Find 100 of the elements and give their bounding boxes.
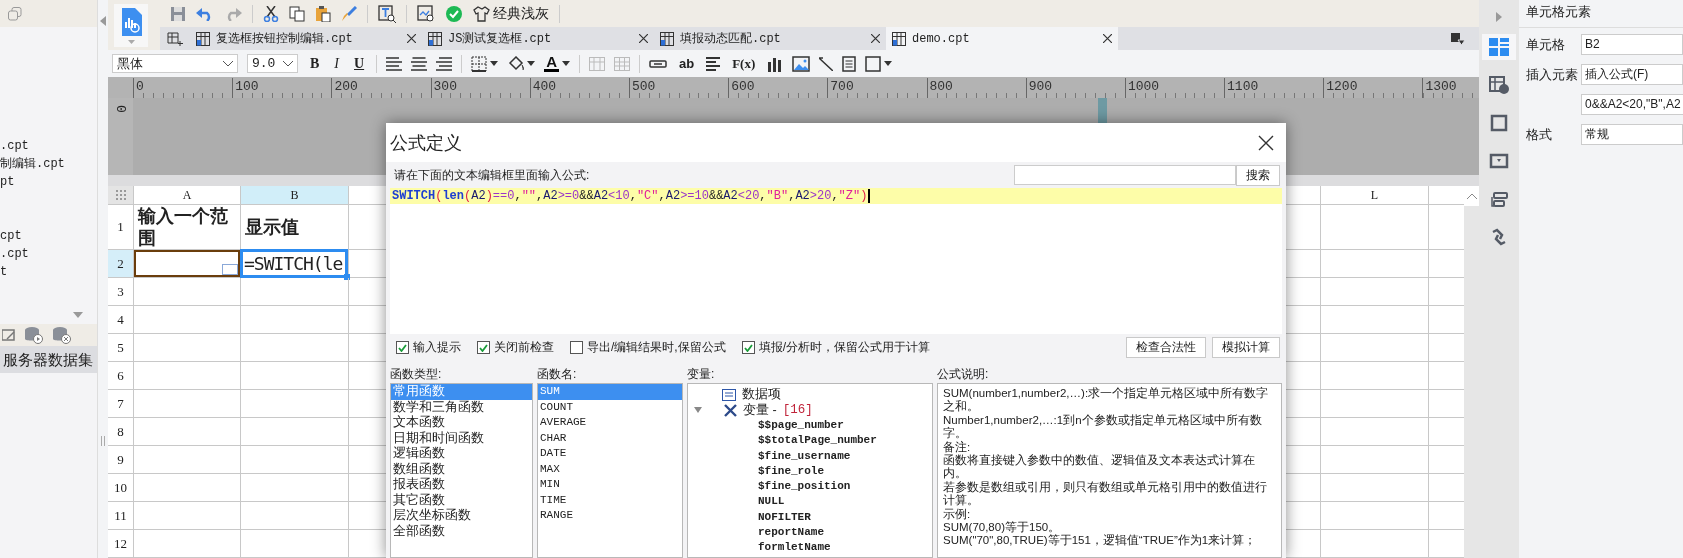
input-field[interactable]: 常规 — [1581, 124, 1683, 145]
dataset-edit-icon[interactable] — [2, 328, 16, 342]
slash-icon[interactable] — [819, 56, 834, 71]
file-tab[interactable]: 复选框按钮控制编辑.cpt — [190, 27, 422, 50]
list-item[interactable]: COUNT — [538, 399, 682, 415]
column-header[interactable]: A — [134, 186, 241, 204]
table-icon[interactable] — [614, 56, 630, 71]
italic-button[interactable]: I — [331, 55, 342, 72]
caret-icon[interactable] — [884, 61, 893, 66]
tree-item[interactable]: reportName — [758, 526, 824, 539]
drag-handle-icon[interactable] — [101, 436, 105, 446]
column-header[interactable]: L — [1321, 186, 1429, 204]
tree-item[interactable]: 数据项 — [742, 386, 781, 404]
tree-item[interactable]: $fine_username — [758, 449, 851, 462]
paste-icon[interactable] — [315, 5, 331, 22]
option-checkbox[interactable]: 填报/分析时，保留公式用于计算 — [741, 339, 930, 356]
expand-right-icon[interactable] — [1496, 12, 1502, 22]
file-tab[interactable]: demo.cpt — [886, 27, 1118, 50]
row-header[interactable]: 2 — [108, 250, 134, 277]
tree-item[interactable]: $fine_position — [758, 480, 851, 493]
list-item[interactable]: 逻辑函数 — [391, 446, 532, 462]
table-info-icon[interactable] — [1489, 76, 1509, 94]
dropdown-box-icon[interactable] — [1489, 152, 1509, 170]
app-logo-button[interactable] — [114, 4, 148, 47]
search-button[interactable]: 搜索 — [1236, 164, 1280, 186]
close-button[interactable] — [1258, 134, 1274, 151]
tree-item[interactable]: 变量 - — [743, 401, 777, 419]
caret-icon[interactable] — [527, 61, 536, 66]
search-field[interactable] — [1014, 165, 1236, 185]
frame-icon[interactable] — [865, 55, 882, 72]
caret-icon[interactable] — [490, 61, 499, 66]
align-right-icon[interactable] — [436, 56, 453, 71]
close-icon[interactable] — [407, 34, 416, 43]
copy-icon[interactable] — [8, 6, 22, 21]
collapse-left-icon[interactable] — [100, 16, 106, 26]
brush-icon[interactable] — [341, 5, 357, 22]
chart-document-icon[interactable] — [120, 7, 142, 36]
select-all-icon[interactable] — [114, 190, 127, 200]
square-icon[interactable] — [1489, 114, 1509, 132]
caret-icon[interactable] — [562, 61, 570, 66]
input-field[interactable]: B2 — [1581, 34, 1683, 55]
file-tab[interactable]: JS测试复选框.cpt — [422, 27, 654, 50]
list-item[interactable]: MIN — [538, 477, 682, 493]
collapse-icon[interactable] — [73, 312, 83, 318]
tree-item[interactable]: NULL — [758, 495, 785, 508]
scroll-up-button[interactable] — [1464, 186, 1479, 206]
file-item[interactable]: .cpt — [0, 137, 97, 155]
align-left-icon[interactable] — [386, 56, 403, 71]
dialog-button[interactable]: 模拟计算 — [1212, 337, 1280, 358]
file-item[interactable]: cpt — [0, 227, 97, 245]
option-checkbox[interactable]: 关闭前检查 — [477, 339, 554, 356]
list-item[interactable]: 层次坐标函数 — [391, 508, 532, 524]
font-color-button[interactable]: A — [544, 55, 559, 72]
close-icon[interactable] — [639, 34, 648, 43]
bar-chart-icon[interactable] — [767, 55, 784, 72]
tree-item[interactable]: formletName — [758, 541, 831, 554]
border-icon[interactable] — [471, 55, 488, 72]
align-center-icon[interactable] — [411, 56, 428, 71]
list-item[interactable]: 其它函数 — [391, 492, 532, 508]
text-field-icon[interactable] — [649, 59, 667, 68]
fill-handle[interactable] — [344, 274, 350, 280]
merge-cells-icon[interactable] — [589, 56, 605, 71]
text-search-icon[interactable] — [378, 4, 396, 23]
file-item[interactable]: 制编辑.cpt — [0, 155, 97, 173]
option-checkbox[interactable]: 输入提示 — [396, 339, 461, 356]
theme-button[interactable]: 经典浅灰 — [473, 4, 549, 23]
list-item[interactable]: 日期和时间函数 — [391, 430, 532, 446]
tree-item[interactable]: $$totalPage_number — [758, 434, 877, 447]
list-item[interactable]: TIME — [538, 492, 682, 508]
save-icon[interactable] — [170, 5, 186, 22]
paragraph-icon[interactable] — [706, 56, 721, 71]
file-item[interactable]: t — [0, 263, 97, 281]
file-item[interactable]: .cpt — [0, 245, 97, 263]
text-button[interactable]: ab — [676, 56, 698, 71]
input-field[interactable]: 0&&A2<20,"B",A2 — [1581, 94, 1683, 115]
input-field[interactable]: 插入公式(F) — [1581, 64, 1683, 85]
cell-editor[interactable]: =SWITCH(le — [240, 249, 348, 278]
list-item[interactable]: 全部函数 — [391, 523, 532, 539]
list-item[interactable]: 数组函数 — [391, 461, 532, 477]
list-item[interactable]: DATE — [538, 446, 682, 462]
formula-editor[interactable]: SWITCH(len(A2)==0,"",A2>=0&&A2<10,"C",A2>=10&&A2<20,"B",A2>20,"Z") — [390, 188, 1282, 334]
tree-item[interactable]: $$page_number — [758, 419, 844, 431]
tree-item[interactable]: NOFILTER — [758, 510, 811, 523]
formula-button[interactable]: F(x) — [729, 55, 759, 72]
preview-icon[interactable] — [417, 4, 435, 23]
cut-icon[interactable] — [263, 5, 279, 22]
bold-button[interactable]: B — [307, 55, 323, 72]
list-item[interactable]: 文本函数 — [391, 415, 532, 431]
list-item[interactable]: 数学和三角函数 — [391, 399, 532, 415]
list-item[interactable]: RANGE — [538, 508, 682, 524]
image-icon[interactable] — [792, 55, 811, 72]
file-item[interactable]: pt — [0, 173, 97, 191]
list-item[interactable]: 报表函数 — [391, 477, 532, 493]
close-icon[interactable] — [1103, 34, 1112, 43]
document-icon[interactable] — [842, 55, 857, 72]
table-cell[interactable]: 输入一个范围 — [134, 205, 241, 249]
file-tab[interactable]: 填报动态匹配.cpt — [654, 27, 886, 50]
list-item[interactable]: AVERAGE — [538, 415, 682, 431]
tree-item[interactable]: $fine_role — [758, 464, 824, 477]
copy-icon[interactable] — [289, 5, 305, 22]
